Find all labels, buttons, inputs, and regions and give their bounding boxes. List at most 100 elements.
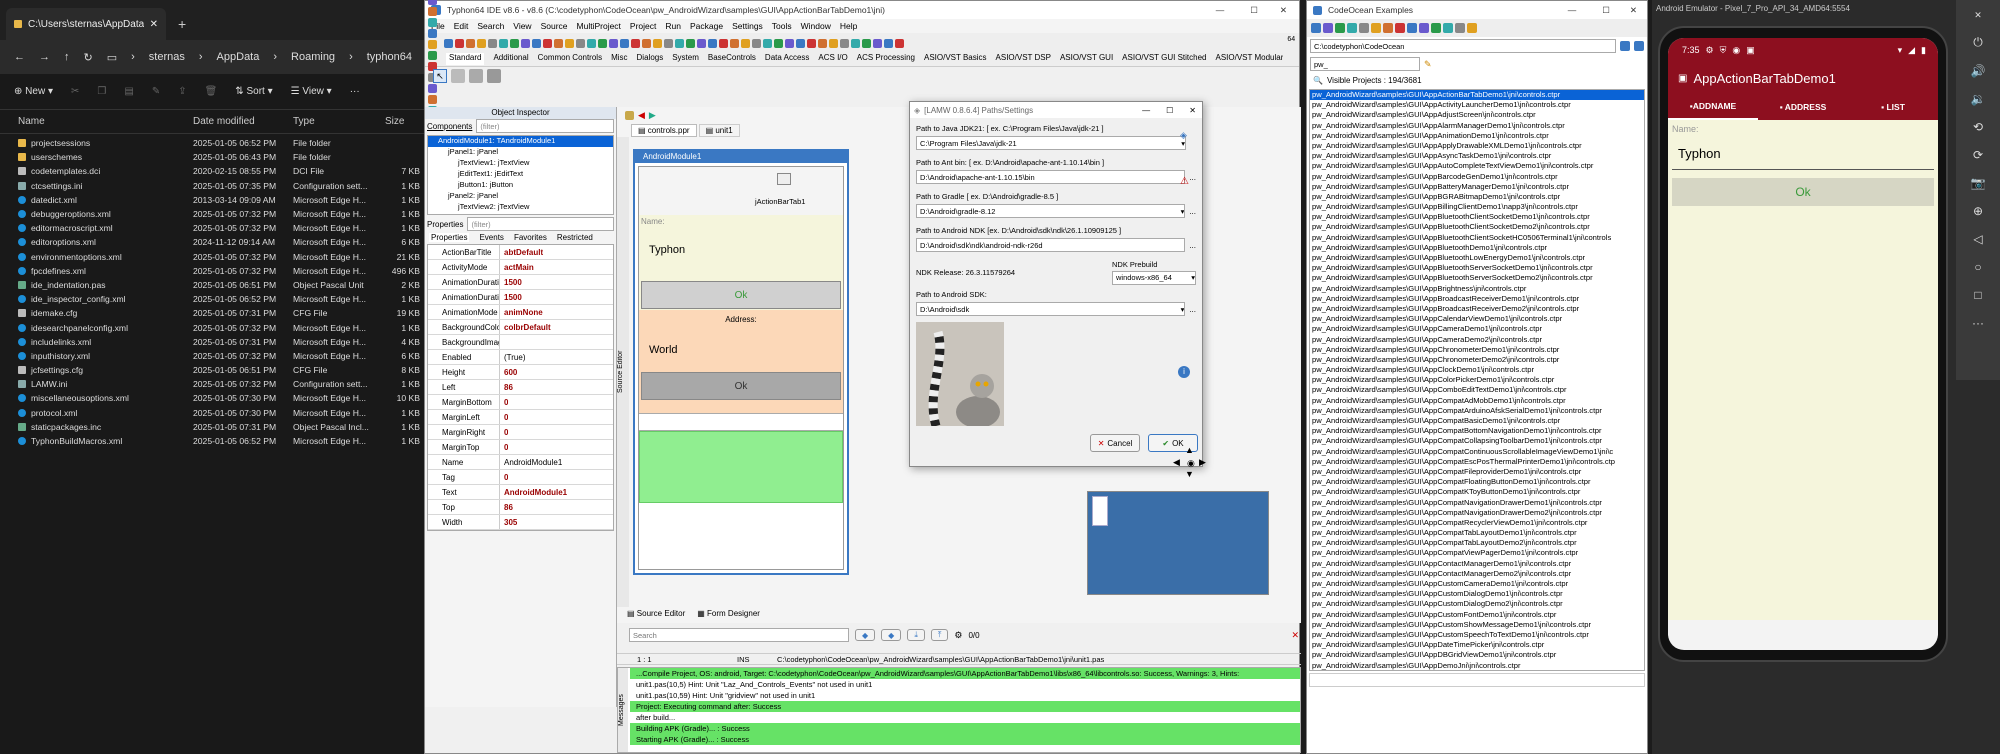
palette-tab[interactable]: Additional [493,53,528,65]
jpanel1[interactable]: Name: Typhon Ok [639,215,843,310]
search-options-icon[interactable]: ⚙ [954,630,962,641]
search-first-button[interactable]: ⤓ [907,629,925,641]
property-row[interactable]: AnimationDurati 1500 [428,275,613,290]
name-input[interactable]: Typhon [1672,138,1934,170]
sort-button[interactable]: ⇅ Sort ▾ [235,86,272,97]
project-item[interactable]: pw_AndroidWizard\samples\GUI\AppCompatEs… [1310,457,1644,467]
maximize-icon[interactable]: ☐ [1240,5,1268,16]
toolbar-button-icon[interactable] [428,39,437,49]
codeocean-tool-icon[interactable] [1335,23,1345,33]
jdk-path-combo[interactable]: C:\Program Files\Java\jdk-21 ▾ [916,136,1186,150]
toolbar-button-icon[interactable] [428,83,437,93]
project-item[interactable]: pw_AndroidWizard\samples\GUI\AppAnimatio… [1310,131,1644,141]
palette-tool-icon[interactable] [466,39,475,48]
toolbar-button-icon[interactable] [428,6,437,16]
palette-tool-icon[interactable] [686,39,695,48]
project-item[interactable]: pw_AndroidWizard\samples\GUI\AppCompatRe… [1310,518,1644,528]
palette-tool-icon[interactable] [675,39,684,48]
toolbar-button-icon[interactable] [428,28,437,38]
menu-item[interactable]: MultiProject [577,21,621,31]
palette-tab[interactable]: Dialogs [637,53,664,65]
phone-screen[interactable]: 7:35 ⚙ ⛨ ◉ ▣ ▾ ◢ ▮ ▣ AppActionBarTabDemo… [1668,38,1938,650]
project-item[interactable]: pw_AndroidWizard\samples\GUI\AppDateTime… [1310,640,1644,650]
palette-tool-icon[interactable] [444,39,453,48]
paste-icon[interactable]: ▤ [124,86,133,97]
codeocean-tool-icon[interactable] [1371,23,1381,33]
project-item[interactable]: pw_AndroidWizard\samples\GUI\AppCompatBo… [1310,426,1644,436]
message-line[interactable]: ...Compile Project, OS: android, Target:… [630,668,1300,679]
right-arrow-icon[interactable]: ▶ [1199,457,1206,468]
file-row[interactable]: codetemplates.dci 2020-02-15 08:55 PM DCI … [0,164,424,178]
volume-down-icon[interactable]: 🔉 [1971,92,1986,106]
tab-address[interactable]: ▪ ADDRESS [1758,102,1848,112]
file-row[interactable]: staticpackages.inc 2025-01-05 07:31 PM Obj… [0,420,424,434]
property-row[interactable]: Text AndroidModule1 [428,485,613,500]
name-edit[interactable]: Typhon [639,228,843,266]
breadcrumb-item[interactable]: Roaming [291,51,335,63]
project-filter-input[interactable]: pw_ [1310,57,1420,71]
back-arrow-icon[interactable]: ◀ [638,110,645,121]
palette-tool-icon[interactable] [873,39,882,48]
palette-tool-icon[interactable] [488,39,497,48]
file-row[interactable]: ide_indentation.pas 2025-01-05 06:51 PM Ob… [0,278,424,292]
property-value[interactable]: 0 [500,413,508,422]
component-icon[interactable] [469,69,483,83]
file-row[interactable]: TyphonBuildMacros.xml 2025-01-05 06:52 PM… [0,434,424,448]
home-icon[interactable]: ○ [1974,260,1981,274]
project-item[interactable]: pw_AndroidWizard\samples\GUI\AppCompatTa… [1310,538,1644,548]
project-item[interactable]: pw_AndroidWizard\samples\GUI\AppDemoJni\… [1310,661,1644,671]
property-value[interactable]: 0 [500,428,508,437]
pointer-icon[interactable]: ↖ [433,69,447,83]
file-row[interactable]: editormacroscript.xml 2025-01-05 07:32 PM… [0,221,424,235]
inspector-tab[interactable]: Properties [429,233,470,242]
designer-minimap[interactable] [1087,491,1269,595]
address-edit[interactable]: World [639,324,843,366]
minimap-viewport[interactable] [1092,496,1108,526]
project-item[interactable]: pw_AndroidWizard\samples\GUI\AppBroadcas… [1310,304,1644,314]
property-row[interactable]: ActivityMode actMain [428,260,613,275]
palette-tool-icon[interactable] [807,39,816,48]
browse-button[interactable]: ... [1189,173,1196,182]
search-input[interactable]: Search [629,628,849,642]
property-row[interactable]: AnimationMode animNone [428,305,613,320]
codeocean-tool-icon[interactable] [1383,23,1393,33]
palette-tab[interactable]: Misc [611,53,627,65]
new-tab-icon[interactable]: + [166,16,198,40]
new-button[interactable]: ⊕ New ▾ [14,86,53,97]
copy-icon[interactable]: ❐ [97,86,106,97]
codeocean-tool-icon[interactable] [1419,23,1429,33]
property-value[interactable]: 600 [500,368,517,377]
file-row[interactable]: projectsessions 2025-01-05 06:52 PM File f… [0,136,424,150]
tree-node[interactable]: jButton1: jButton [428,180,613,191]
project-item[interactable]: pw_AndroidWizard\samples\GUI\AppBGRABitm… [1310,192,1644,202]
jpanel3[interactable] [639,413,843,431]
breadcrumb-item[interactable]: typhon64 [367,51,412,63]
palette-tool-icon[interactable] [862,39,871,48]
components-filter[interactable]: (filter) [476,119,614,133]
project-item[interactable]: pw_AndroidWizard\samples\GUI\AppAdjustSc… [1310,110,1644,120]
file-row[interactable]: protocol.xml 2025-01-05 07:30 PM Microsoft… [0,406,424,420]
toolbar-button-icon[interactable] [428,0,437,5]
properties-filter[interactable]: (filter) [467,217,614,231]
project-item[interactable]: pw_AndroidWizard\samples\GUI\AppCompatNa… [1310,508,1644,518]
project-item[interactable]: pw_AndroidWizard\samples\GUI\AppCompatKT… [1310,487,1644,497]
minimize-icon[interactable]: — [1206,5,1235,15]
property-value[interactable]: 0 [500,443,508,452]
help-icon[interactable]: ◈ [1180,130,1187,141]
tree-node[interactable]: jEditText1: jEditText [428,169,613,180]
project-item[interactable]: pw_AndroidWizard\samples\GUI\AppBarcodeG… [1310,172,1644,182]
project-item[interactable]: pw_AndroidWizard\samples\GUI\AppAsyncTas… [1310,151,1644,161]
palette-tool-icon[interactable] [565,39,574,48]
column-type[interactable]: Type [293,116,375,127]
toolbar-button-icon[interactable] [428,50,437,60]
tab-unit1[interactable]: ▤ unit1 [698,123,740,137]
tree-node[interactable]: jPanel2: jPanel [428,191,613,202]
property-value[interactable]: 0 [500,398,508,407]
tab-form-designer[interactable]: ▦ Form Designer [697,609,760,618]
palette-tool-icon[interactable] [642,39,651,48]
palette-tool-icon[interactable] [510,39,519,48]
message-line[interactable]: after build... [630,712,1300,723]
browse-button[interactable]: ... [1189,241,1196,250]
project-item[interactable]: pw_AndroidWizard\samples\GUI\AppCompatFl… [1310,477,1644,487]
project-item[interactable]: pw_AndroidWizard\samples\GUI\AppCustomDi… [1310,589,1644,599]
